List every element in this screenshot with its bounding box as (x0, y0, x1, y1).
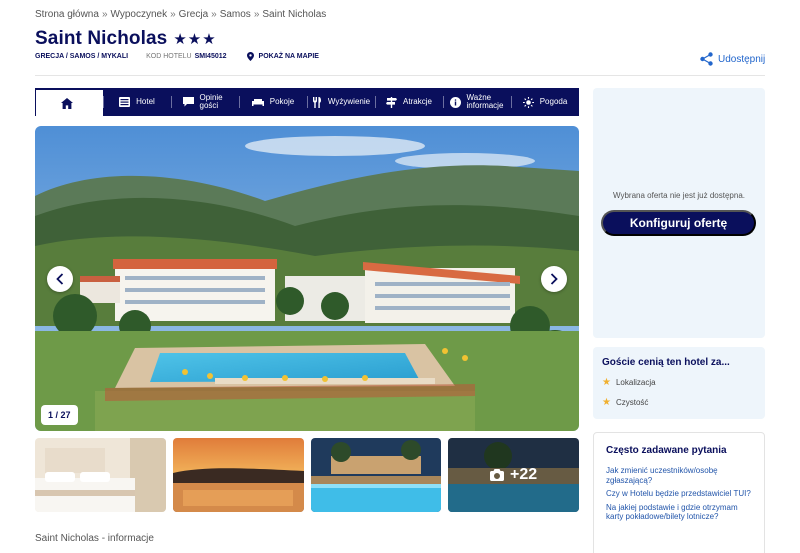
tab-reviews-label: Opinie gości (199, 93, 223, 110)
hero-gallery[interactable]: 1 / 27 (35, 126, 579, 431)
gallery-thumbnails: +22 (35, 438, 579, 512)
tab-reviews[interactable]: Opinie gości (171, 88, 239, 116)
star-icon: ★ (602, 377, 611, 388)
gallery-next-button[interactable] (541, 266, 567, 292)
breadcrumb-separator: » (101, 9, 108, 20)
gallery-counter: 1 / 27 (41, 405, 78, 425)
faq-title: Często zadawane pytania (606, 445, 727, 456)
tab-weather-label: Pogoda (539, 97, 568, 106)
share-button[interactable]: Udostępnij (700, 52, 765, 66)
chat-icon (182, 97, 194, 107)
tab-meals-label: Wyżywienie (327, 97, 371, 106)
more-photos-count: +22 (510, 466, 538, 483)
highlight-label: Czystość (615, 398, 649, 407)
tab-hotel[interactable]: Hotel (103, 88, 171, 116)
page-title: Saint Nicholas (35, 28, 168, 49)
faq-question-link[interactable]: Jak zmienić uczestników/osobę zgłaszając… (606, 466, 752, 485)
breadcrumb-wypoczynek[interactable]: Wypoczynek (111, 9, 168, 20)
hotel-star-rating: ★★★ (173, 31, 217, 48)
breadcrumb-separator: » (211, 9, 217, 20)
tab-rooms-label: Pokoje (269, 97, 295, 106)
faq-question-link[interactable]: Czy w Hotelu będzie przedstawiciel TUI? (606, 489, 752, 499)
bed-icon (251, 98, 264, 106)
hotel-main-photo (35, 126, 579, 431)
highlight-item: ★ Czystość (602, 397, 756, 408)
camera-icon (490, 469, 505, 481)
chevron-left-icon (56, 273, 64, 285)
tab-weather[interactable]: Pogoda (511, 88, 579, 116)
configure-offer-button[interactable]: Konfiguruj ofertę (601, 210, 756, 236)
room-photo (35, 438, 166, 512)
highlight-item: ★ Lokalizacja (602, 377, 756, 388)
breadcrumb-samos[interactable]: Samos (220, 9, 251, 20)
tab-attractions-label: Atrakcje (403, 97, 432, 106)
faq-question-link[interactable]: Na jakiej podstawie i gdzie otrzymam kar… (606, 503, 752, 522)
offer-unavailable-message: Wybrana oferta nie jest już dostępna. (612, 191, 745, 200)
tab-important-info-label: Ważne informacje (466, 93, 504, 110)
thumbnail-more-photos[interactable]: +22 (448, 438, 579, 512)
thumbnail-sunset-pool[interactable] (172, 438, 304, 512)
map-pin-icon (246, 52, 254, 61)
header-divider (35, 75, 765, 76)
guest-highlights-panel: Goście cenią ten hotel za... ★ Lokalizac… (593, 347, 765, 419)
star-icon: ★ (602, 397, 611, 408)
breadcrumb-separator: » (253, 9, 260, 20)
faq-panel: Często zadawane pytania Jak zmienić ucze… (593, 432, 765, 553)
breadcrumb-home[interactable]: Strona główna (35, 9, 99, 20)
offer-panel: Wybrana oferta nie jest już dostępna. Ko… (593, 88, 765, 338)
gallery-prev-button[interactable] (47, 266, 73, 292)
more-photos-overlay: +22 (448, 438, 579, 512)
share-label: Udostępnij (718, 53, 766, 65)
show-on-map-link[interactable]: POKAŻ NA MAPIE (246, 52, 319, 61)
sun-icon (522, 96, 534, 108)
hotel-meta: GRECJA / SAMOS / MYKALI KOD HOTELU SMI45… (35, 52, 319, 61)
tab-meals[interactable]: Wyżywienie (307, 88, 375, 116)
hotel-icon (119, 97, 131, 107)
thumbnail-night-pool[interactable] (310, 438, 442, 512)
breadcrumb-current: Saint Nicholas (262, 9, 327, 20)
breadcrumb-separator: » (170, 9, 176, 20)
hotel-code-label: KOD HOTELU (146, 53, 192, 60)
breadcrumb-grecja[interactable]: Grecja (179, 9, 208, 20)
show-on-map-label: POKAŻ NA MAPIE (258, 53, 319, 60)
tab-hotel-label: Hotel (136, 97, 155, 106)
guest-highlights-title: Goście cenią ten hotel za... (602, 357, 730, 368)
thumbnail-room[interactable] (35, 438, 166, 512)
tab-home[interactable] (35, 88, 103, 116)
highlight-label: Lokalizacja (615, 378, 656, 387)
breadcrumb: Strona główna» Wypoczynek» Grecja» Samos» Sa… (35, 9, 326, 20)
hotel-code: SMI45012 (194, 53, 227, 60)
tab-attractions[interactable]: Atrakcje (375, 88, 443, 116)
tab-important-info[interactable]: Ważne informacje (443, 88, 511, 116)
cutlery-icon (312, 96, 321, 108)
share-icon (700, 52, 713, 66)
sunset-pool-photo (172, 438, 304, 512)
tab-rooms[interactable]: Pokoje (239, 88, 307, 116)
hotel-tabs: Hotel Opinie gości Pokoje Wyżywienie Atr… (35, 88, 579, 116)
info-section-heading: Saint Nicholas - informacje (35, 533, 154, 544)
hotel-location: GRECJA / SAMOS / MYKALI (35, 53, 129, 60)
info-icon (449, 96, 461, 108)
title-row: Saint Nicholas ★★★ (35, 28, 217, 50)
chevron-right-icon (550, 273, 558, 285)
night-pool-photo (310, 438, 442, 512)
signpost-icon (386, 96, 398, 108)
home-icon (60, 97, 73, 109)
